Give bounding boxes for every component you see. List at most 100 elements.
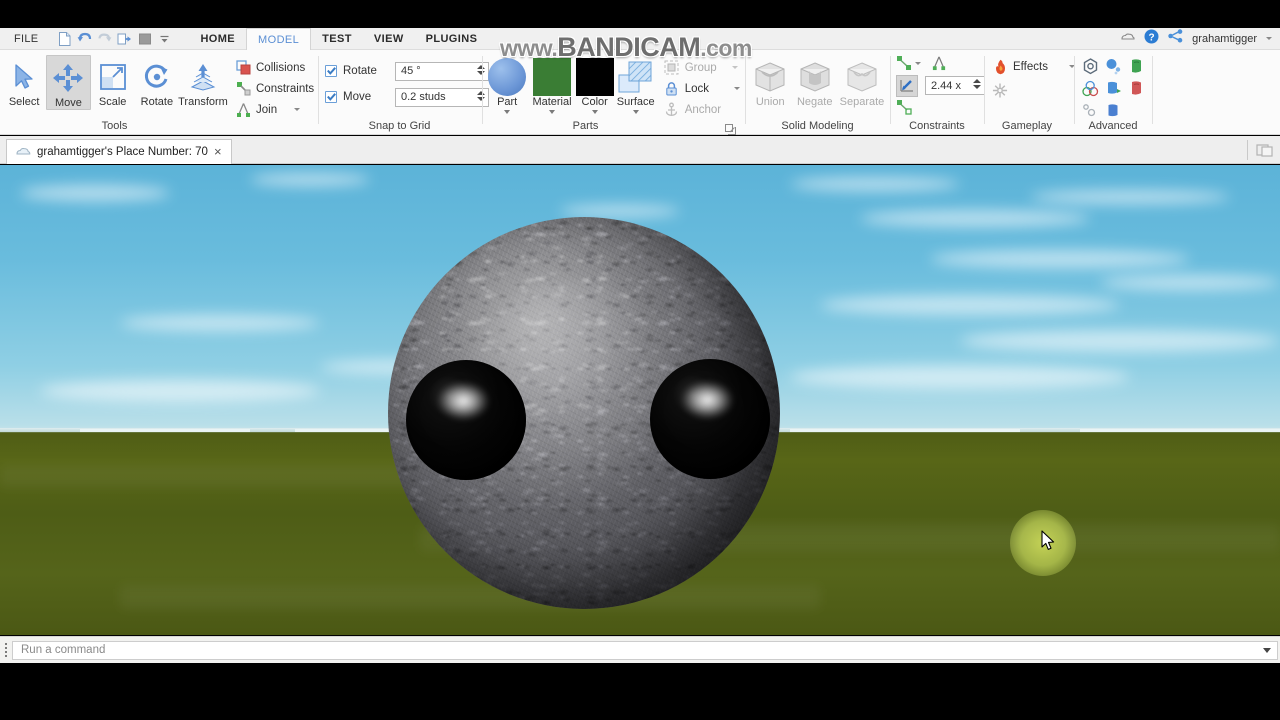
- sparkles-button[interactable]: [990, 80, 1008, 101]
- snap-rotate-stepper[interactable]: 45 °: [395, 61, 489, 81]
- tab-view[interactable]: VIEW: [363, 28, 415, 50]
- cloud: [250, 173, 370, 186]
- join-caret-icon[interactable]: [294, 108, 301, 111]
- create-constraint-caret-icon[interactable]: [915, 61, 921, 65]
- parts-dialog-launcher[interactable]: [725, 122, 736, 135]
- negate-button[interactable]: Negate: [792, 55, 836, 108]
- snap-move-spin-up-icon[interactable]: [477, 90, 485, 95]
- undo-icon[interactable]: [76, 31, 93, 47]
- insert-object-icon[interactable]: [1103, 56, 1124, 76]
- close-icon[interactable]: ×: [214, 145, 222, 158]
- constraints-toggle[interactable]: Constraints: [233, 78, 314, 99]
- home-icon[interactable]: [1121, 30, 1135, 48]
- snap-move-spin-arrows[interactable]: [477, 90, 485, 101]
- toggle-panel-icon[interactable]: [1254, 141, 1274, 159]
- cloud: [860, 210, 1090, 227]
- tab-model[interactable]: MODEL: [246, 27, 312, 51]
- command-input[interactable]: [13, 641, 1277, 659]
- material-caret-icon[interactable]: [549, 110, 555, 114]
- file-menu-button[interactable]: FILE: [0, 30, 50, 48]
- eye-left-part[interactable]: [406, 360, 526, 480]
- new-file-icon[interactable]: [56, 31, 73, 47]
- help-icon[interactable]: ?: [1144, 29, 1159, 49]
- snap-move-label: Move: [343, 91, 372, 103]
- 3d-viewport[interactable]: [0, 165, 1280, 635]
- module-script-icon[interactable]: [1103, 100, 1124, 120]
- document-tab[interactable]: grahamtigger's Place Number: 70 ×: [6, 139, 232, 164]
- collisions-icon: [235, 60, 251, 76]
- service-icon[interactable]: [1080, 56, 1101, 76]
- place-cloud-icon: [16, 143, 31, 161]
- run-script-icon[interactable]: [1126, 56, 1147, 76]
- user-menu-label[interactable]: grahamtigger: [1192, 33, 1257, 45]
- tool-scale-button[interactable]: Scale: [91, 55, 135, 108]
- anchor-button[interactable]: Anchor: [662, 99, 740, 120]
- cloud: [40, 380, 320, 402]
- group-caret-icon[interactable]: [731, 66, 738, 69]
- ribbon-group-tools: Select Move Scale Rotate Transform Tools: [2, 50, 228, 135]
- surface-button[interactable]: Surface: [614, 55, 658, 114]
- color-icon: [575, 58, 614, 96]
- plugin-dots-icon[interactable]: [1080, 100, 1101, 120]
- weld-constraint-icon[interactable]: [931, 55, 947, 71]
- material-label: Material: [532, 96, 572, 108]
- rock-sphere-part[interactable]: [388, 217, 780, 609]
- eye-right-part[interactable]: [650, 359, 770, 479]
- eye-right-glint: [682, 380, 733, 419]
- lock-button[interactable]: Lock: [662, 78, 740, 99]
- share-icon[interactable]: [1168, 29, 1183, 48]
- surface-caret-icon[interactable]: [632, 110, 639, 114]
- constraint-scale-stepper[interactable]: 2.44 x: [925, 76, 985, 95]
- snap-rotate-spin-up-icon[interactable]: [477, 64, 485, 69]
- lock-caret-icon[interactable]: [734, 87, 740, 90]
- quick-access-toolbar: [56, 31, 173, 47]
- ribbon-group-gameplay: Effects Gameplay: [987, 50, 1075, 135]
- color-caret-icon[interactable]: [591, 110, 598, 114]
- snap-rotate-checkbox[interactable]: [325, 65, 337, 77]
- collisions-toggle[interactable]: Collisions: [233, 57, 305, 78]
- color-label: Color: [581, 96, 608, 108]
- part-button[interactable]: Part: [486, 55, 528, 114]
- create-constraint-icon[interactable]: [896, 55, 912, 71]
- snap-move-checkbox[interactable]: [325, 91, 337, 103]
- tool-transform-button[interactable]: Transform: [178, 55, 228, 108]
- snap-move-spin-down-icon[interactable]: [477, 96, 485, 101]
- snap-rotate-row: Rotate 45 °: [325, 60, 489, 82]
- union-button[interactable]: Union: [748, 55, 792, 108]
- command-bar-grip[interactable]: [0, 643, 12, 657]
- ribbon-tab-list: HOME MODEL TEST VIEW PLUGINS: [189, 27, 489, 51]
- script-blue-icon[interactable]: [1103, 78, 1124, 98]
- tab-plugins[interactable]: PLUGINS: [415, 28, 489, 50]
- tool-move-button[interactable]: Move: [46, 55, 91, 110]
- material-button[interactable]: Material: [528, 55, 575, 114]
- show-welds-icon[interactable]: [896, 74, 918, 97]
- model-insert-icon[interactable]: [1080, 78, 1101, 98]
- menu-bar-right: ? grahamtigger: [1121, 29, 1280, 49]
- color-button[interactable]: Color: [575, 55, 614, 114]
- part-caret-icon[interactable]: [504, 110, 511, 114]
- redo-icon[interactable]: [96, 31, 113, 47]
- stop-icon[interactable]: [136, 31, 153, 47]
- constraint-scale-spin-down-icon[interactable]: [973, 85, 981, 89]
- effects-dropdown[interactable]: Effects: [990, 56, 1075, 77]
- constraint-scale-spin-up-icon[interactable]: [973, 79, 981, 83]
- tab-home[interactable]: HOME: [189, 28, 246, 50]
- tool-rotate-button[interactable]: Rotate: [135, 55, 179, 108]
- local-script-icon[interactable]: [1126, 78, 1147, 98]
- join-dropdown[interactable]: Join: [233, 99, 301, 120]
- command-history-caret-icon[interactable]: [1263, 647, 1271, 653]
- rotate-icon: [143, 58, 171, 96]
- command-input-wrapper[interactable]: [12, 640, 1278, 660]
- constraint-scale-spin-arrows[interactable]: [973, 79, 981, 89]
- tool-select-button[interactable]: Select: [2, 55, 46, 108]
- publish-icon[interactable]: [116, 31, 133, 47]
- tab-test[interactable]: TEST: [311, 28, 363, 50]
- constraints-label: Constraints: [256, 82, 315, 95]
- constraint-details-icon[interactable]: [896, 99, 912, 115]
- snap-rotate-spin-down-icon[interactable]: [477, 70, 485, 75]
- snap-move-stepper[interactable]: 0.2 studs: [395, 87, 489, 107]
- customize-caret-icon[interactable]: [156, 31, 173, 47]
- separate-button[interactable]: Separate: [837, 55, 887, 108]
- snap-rotate-spin-arrows[interactable]: [477, 64, 485, 75]
- user-menu-caret-icon[interactable]: [1266, 37, 1272, 40]
